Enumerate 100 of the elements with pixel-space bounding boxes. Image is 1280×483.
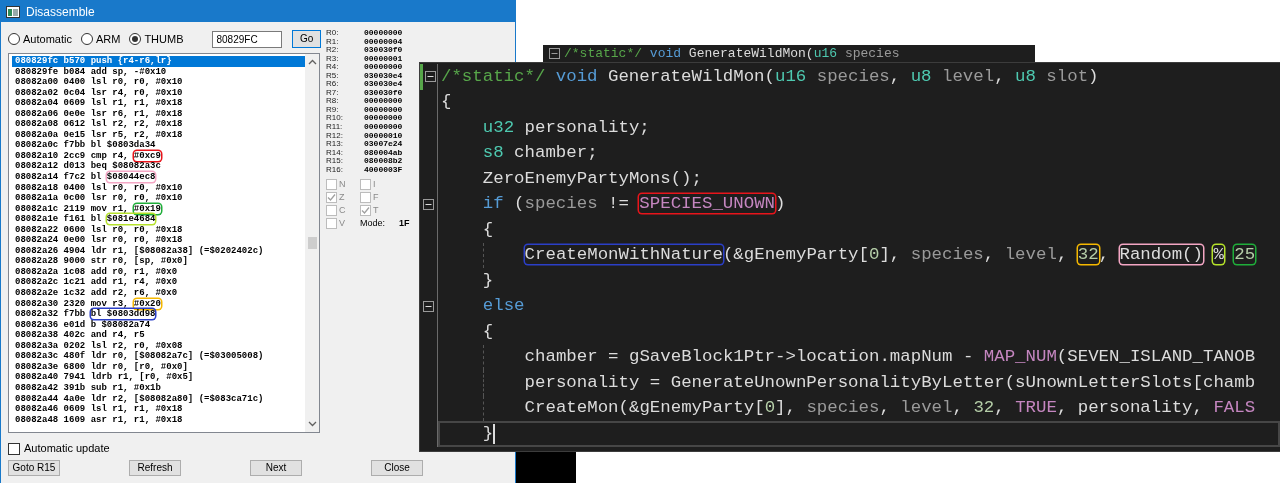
register-label: R12: [326,131,344,141]
app-icon [6,5,20,18]
register-value: 00000001 [364,54,403,64]
listing-line[interactable]: 08082a44 4a0e ldr r2, [$08082a80] (=$083ca71c) [12,393,305,405]
listing-line[interactable]: 08082a22 0600 lsl r0, r0, #0x18 [12,224,305,236]
radio-icon [129,33,142,45]
checkbox-icon [326,218,337,230]
listing-line[interactable]: 08082a48 1609 asr r1, r1, #0x18 [12,414,305,426]
dialog-button[interactable]: Goto R15 [8,460,60,476]
code-line: s8 chamber; [482,142,598,165]
collapse-icon[interactable] [424,71,436,83]
scroll-thumb[interactable] [307,237,317,249]
listing-line[interactable]: 08082a30 2320 mov r3, #0x20 [12,298,305,310]
code-line: /*static*/ void GenerateWildMon(u16 species [564,45,900,62]
register-label: R11: [326,123,344,132]
code-editor[interactable] [419,62,1280,452]
listing-line[interactable]: 08082a04 0609 lsl r1, r1, #0x18 [12,98,305,109]
register-value: 00000000 [364,63,403,72]
listing-line[interactable]: 08082a0a 0e15 lsr r5, r2, #0x18 [12,129,305,141]
listing-line[interactable]: 08082a32 f7bb bl $0803dd98 [12,309,305,320]
register-label: R6: [326,80,340,89]
listing-line[interactable]: 08082a10 2cc9 cmp r4, #0xc9 [12,150,305,162]
go-button[interactable]: Go [292,30,321,48]
code-line: CreateMonWithNature(&gEnemyParty[0], species, level, 32, Random() % 25 [524,244,1256,267]
listing-line[interactable]: 08082a08 0612 lsl r2, r2, #0x18 [12,119,305,130]
listing-line[interactable]: 08082a2c 1c21 add r1, r4, #0x0 [12,277,305,289]
mode-label: Mode: [360,217,385,231]
code-line: } [482,422,494,445]
register-label: R13: [326,140,344,149]
register-value: 00000010 [364,131,403,141]
mode-radio[interactable]: THUMB [129,33,184,45]
code-line: u32 personality; [482,116,650,139]
scrollbar[interactable] [305,54,319,432]
listing-line[interactable]: 08082a3a 0202 lsl r2, r0, #0x08 [12,340,305,352]
listing-line[interactable]: 08082a36 e01d b $08082a74 [12,319,305,331]
listing-line[interactable]: 08082a40 7941 ldrb r1, [r0, #0x5] [12,372,305,383]
dialog-button[interactable]: Next [250,460,302,476]
register-value: 00000000 [364,123,403,132]
collapse-icon[interactable] [423,198,434,210]
register-value: 00000004 [364,37,403,47]
register-label: R2: [326,46,340,55]
listing-line[interactable]: 08082a1e f161 bl $081e4684 [12,214,305,225]
mode-radio[interactable]: Automatic [8,33,72,45]
register-label: R0: [326,29,340,38]
checkbox-icon [326,192,337,204]
listing-line[interactable]: 08082a46 0609 lsl r1, r1, #0x18 [12,404,305,415]
listing-line[interactable]: 08082a00 0400 lsl r0, r0, #0x10 [12,77,305,88]
register-value: 4000003F [364,165,403,175]
listing-line[interactable]: 08082a12 d013 beq $08082a3c [12,161,305,172]
listing-line[interactable]: 08082a0c f7bb bl $0803da34 [12,140,305,151]
window-title: Disassemble [26,3,95,21]
code-line: if (species != SPECIES_UNOWN) [482,193,786,216]
listing-line[interactable]: 08082a2e 1c32 add r2, r6, #0x0 [12,288,305,299]
disassembly-list[interactable] [8,53,320,433]
register-label: R15: [326,157,344,166]
radio-icon [80,33,93,45]
listing-line[interactable]: 08082a14 f7c2 bl $08044ec8 [12,172,305,183]
code-line: } [482,269,494,292]
listing-line[interactable]: 08082a1c 2119 mov r1, #0x19 [12,203,305,215]
change-marker [420,64,423,90]
radio-icon [8,33,20,45]
dialog-button[interactable]: Refresh [129,460,181,476]
collapse-icon[interactable] [423,300,434,312]
scroll-up-icon [307,58,317,67]
checkbox-icon [360,205,371,217]
code-line: ZeroEnemyPartyMons(); [482,167,702,190]
code-line: personality = GenerateUnownPersonalityByLetter(sUnownLetterSlots[chamb [524,371,1256,394]
listing-line[interactable]: 08082a26 4904 ldr r1, [$08082a38] (=$0202402c) [12,245,305,257]
listing-line[interactable]: 08082a18 0400 lsl r0, r0, #0x10 [12,182,305,194]
listing-line[interactable]: 08082a2a 1c08 add r0, r1, #0x0 [12,266,305,278]
register-label: R4: [326,63,340,72]
listing-line[interactable]: 08082a3e 6800 ldr r0, [r0, #0x0] [12,361,305,373]
register-label: R7: [326,88,340,98]
mode-radio[interactable]: ARM [80,33,121,45]
dialog-button[interactable]: Close [371,460,423,476]
register-value: 03007e24 [364,140,403,149]
listing-line[interactable]: 08082a3c 480f ldr r0, [$08082a7c] (=$03005008) [12,351,305,362]
address-field[interactable]: 80829FC [212,30,283,48]
register-value: 00000000 [364,29,403,38]
listing-line[interactable]: 08082a06 0e0e lsr r6, r1, #0x18 [12,108,305,120]
code-line: { [482,320,494,343]
listing-line[interactable]: 080829fe b084 add sp, -#0x10 [12,66,305,78]
scroll-down-icon [307,419,317,428]
register-value: 080004ab [364,148,403,158]
checkbox-icon [360,192,371,204]
register-value: 030030e4 [364,80,403,89]
checkbox-icon [8,442,20,455]
code-line: CreateMon(&gEnemyParty[0], species, level, 32, TRUE, personality, FALS [524,397,1256,420]
listing-line[interactable]: 08082a24 0e00 lsr r0, r0, #0x18 [12,235,305,246]
listing-line[interactable]: 08082a42 391b sub r1, #0x1b [12,382,305,394]
checkbox-icon [326,205,337,217]
listing-line[interactable]: 08082a28 9000 str r0, [sp, #0x0] [12,256,305,267]
listing-line[interactable]: 08082a02 0c04 lsr r4, r0, #0x10 [12,87,305,99]
code-line: else [482,295,525,318]
register-label: R5: [326,71,340,81]
listing-line[interactable]: 08082a38 402c and r4, r5 [12,330,305,341]
register-value: 080008b2 [364,157,403,166]
listing-line[interactable]: 08082a1a 0c00 lsr r0, r0, #0x10 [12,193,305,204]
register-label: R1: [326,37,340,47]
automatic-update-checkbox[interactable]: Automatic update [8,442,321,455]
